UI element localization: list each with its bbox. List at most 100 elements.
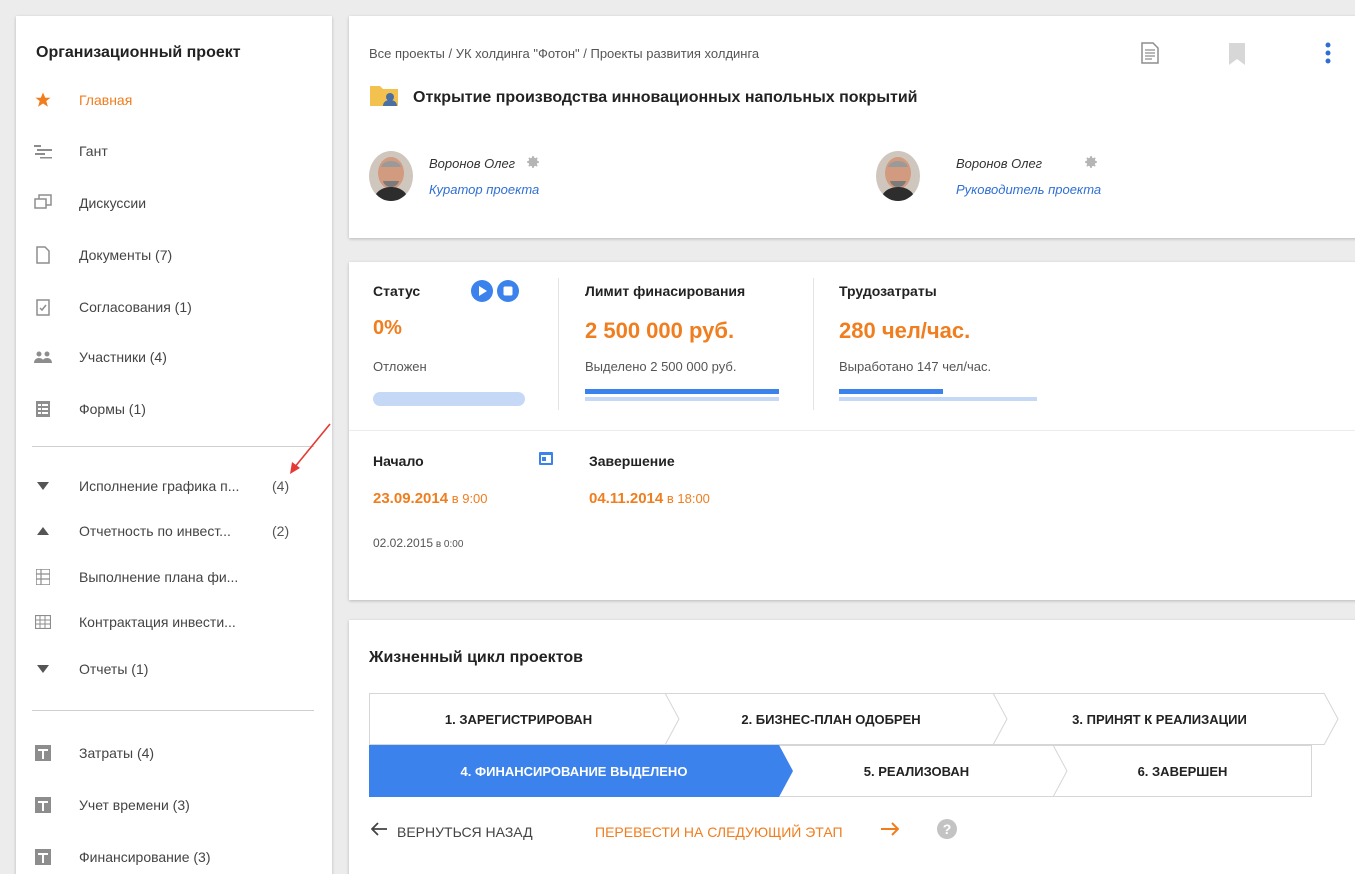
sidebar-group-schedule[interactable]: Исполнение графика п... (4) [16, 471, 332, 501]
sidebar-item-label: Гант [79, 143, 108, 159]
labor-worked: Выработано 147 чел/час. [839, 359, 992, 374]
sidebar-item-main[interactable]: Главная [16, 85, 332, 115]
sidebar-item-plan[interactable]: Выполнение плана фи... [16, 562, 332, 592]
plus-box-icon [34, 744, 52, 762]
start-label: Начало [373, 453, 424, 469]
actual-start-time: в 0:00 [433, 539, 464, 550]
sidebar-item-label: Согласования (1) [79, 299, 192, 315]
sidebar-item-label: Дискуссии [79, 195, 147, 211]
stop-icon[interactable] [497, 280, 519, 307]
sidebar-item-time[interactable]: Учет времени (3) [16, 790, 332, 820]
start-time: в 9:00 [448, 491, 488, 506]
gantt-icon [34, 142, 52, 160]
sidebar-item-financing[interactable]: Финансирование (3) [16, 842, 332, 872]
approval-icon [34, 298, 52, 316]
project-folder-icon [369, 83, 399, 112]
back-button[interactable]: ВЕРНУТЬСЯ НАЗАД [397, 824, 533, 840]
funding-value: 2 500 000 руб. [585, 318, 735, 343]
sidebar-item-label: Контрактация инвести... [79, 614, 236, 630]
end-date: 04.11.2014 в 18:00 [589, 490, 710, 507]
sidebar-item-contracting[interactable]: Контрактация инвести... [16, 607, 332, 637]
more-vert-icon[interactable] [1325, 42, 1331, 69]
gear-icon[interactable] [1083, 154, 1099, 175]
avatar [876, 151, 920, 201]
status-progress-bar [373, 392, 525, 406]
project-stats: Статус 0% Отложен Лимит финасирования 2 … [349, 262, 1355, 600]
document-export-icon[interactable] [1141, 42, 1159, 69]
arrow-right-icon[interactable] [881, 822, 900, 841]
lifecycle-title: Жизненный цикл проектов [369, 649, 583, 666]
funding-progress-track [585, 397, 779, 401]
sidebar-item-discussions[interactable]: Дискуссии [16, 188, 332, 218]
project-title: Открытие производства инновационных напо… [413, 89, 918, 106]
play-icon[interactable] [471, 280, 493, 307]
next-stage-button[interactable]: ПЕРЕВЕСТИ НА СЛЕДУЮЩИЙ ЭТАП [595, 824, 843, 840]
divider [349, 430, 1355, 431]
sidebar-item-label: Затраты (4) [79, 745, 155, 761]
svg-text:?: ? [943, 821, 952, 837]
table-icon [34, 613, 52, 631]
sidebar-item-costs[interactable]: Затраты (4) [16, 738, 332, 768]
sidebar-title: Организационный проект [36, 44, 241, 61]
sidebar-group-count: (2) [272, 523, 290, 539]
triangle-up-icon [34, 522, 52, 540]
labor-progress-fill [839, 389, 943, 394]
sidebar-item-gantt[interactable]: Гант [16, 136, 332, 166]
status-percent: 0% [373, 317, 402, 339]
breadcrumb[interactable]: Все проекты / УК холдинга "Фотон" / Прое… [369, 46, 759, 61]
labor-label: Трудозатраты [839, 283, 937, 299]
sidebar-item-label: Документы (7) [79, 247, 173, 263]
sidebar-item-label: Участники (4) [79, 349, 167, 365]
gear-icon[interactable] [525, 154, 541, 175]
sidebar-item-members[interactable]: Участники (4) [16, 342, 332, 372]
sidebar: Организационный проект Главная Гант Диск… [16, 16, 332, 874]
sidebar-group-label: Отчеты (1) [79, 661, 149, 677]
bookmark-icon[interactable] [1229, 43, 1245, 70]
curator-role[interactable]: Куратор проекта [429, 182, 539, 197]
sidebar-item-label: Учет времени (3) [79, 797, 190, 813]
labor-value: 280 чел/час. [839, 318, 971, 343]
grid-report-icon [34, 568, 52, 586]
divider [813, 278, 814, 410]
labor-progress-track [839, 397, 1037, 401]
sidebar-item-documents[interactable]: Документы (7) [16, 240, 332, 270]
divider [558, 278, 559, 410]
sidebar-group-label: Отчетность по инвест... [79, 523, 231, 539]
document-icon [34, 246, 52, 264]
status-text: Отложен [373, 359, 427, 374]
avatar [369, 151, 413, 201]
sidebar-item-approvals[interactable]: Согласования (1) [16, 292, 332, 322]
end-time: в 18:00 [663, 491, 710, 506]
triangle-down-icon [34, 660, 52, 678]
discussions-icon [34, 194, 52, 212]
plus-box-icon [34, 848, 52, 866]
sidebar-divider [32, 446, 314, 447]
funding-label: Лимит финасирования [585, 283, 746, 299]
sidebar-group-label: Исполнение графика п... [79, 478, 240, 494]
manager-role[interactable]: Руководитель проекта [956, 182, 1101, 197]
curator-name[interactable]: Воронов Олег [429, 156, 515, 171]
sidebar-group-count: (4) [272, 478, 290, 494]
funding-allocated: Выделено 2 500 000 руб. [585, 359, 737, 374]
status-label: Статус [373, 283, 421, 299]
sidebar-item-label: Формы (1) [79, 401, 146, 417]
arrow-left-icon[interactable] [370, 822, 387, 841]
lifecycle-panel: Жизненный цикл проектов 1. ЗАРЕГИСТРИРОВ… [349, 620, 1355, 874]
sidebar-group-reports[interactable]: Отчеты (1) [16, 654, 332, 684]
start-date: 23.09.2014 в 9:00 [373, 490, 488, 507]
people-icon [34, 348, 52, 366]
manager-name[interactable]: Воронов Олег [956, 156, 1042, 171]
sidebar-divider [32, 710, 314, 711]
funding-progress-fill [585, 389, 779, 394]
end-label: Завершение [589, 453, 675, 469]
actual-start-date: 02.02.2015 в 0:00 [373, 536, 464, 550]
sidebar-item-label: Финансирование (3) [79, 849, 211, 865]
sidebar-item-label: Главная [79, 92, 133, 108]
calendar-icon[interactable] [539, 451, 553, 470]
plus-box-icon [34, 796, 52, 814]
star-icon [34, 91, 52, 109]
help-icon[interactable]: ? [937, 819, 957, 844]
sidebar-group-reporting[interactable]: Отчетность по инвест... (2) [16, 516, 332, 546]
triangle-down-icon [34, 477, 52, 495]
form-icon [34, 400, 52, 418]
